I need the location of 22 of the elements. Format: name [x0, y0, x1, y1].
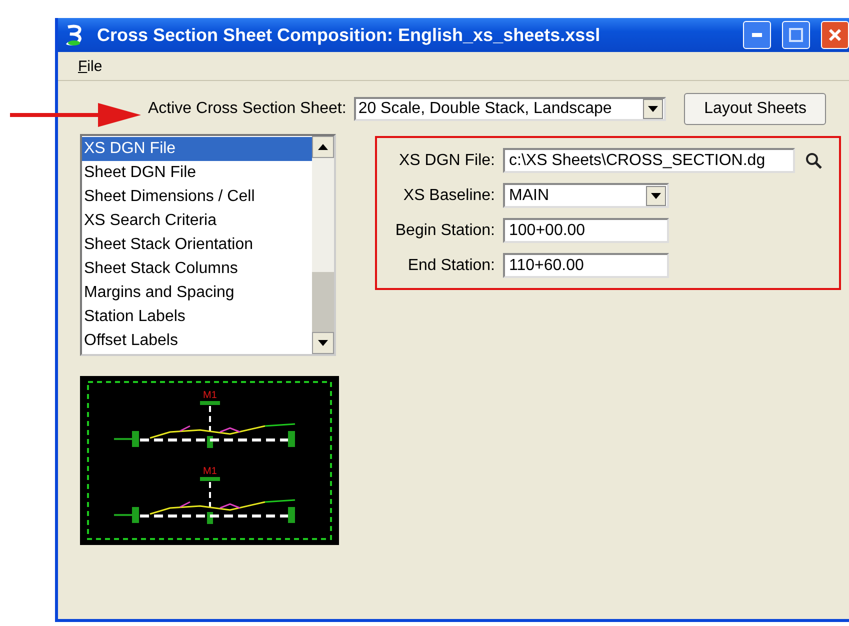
- baseline-dropdown[interactable]: MAIN: [503, 183, 669, 208]
- window-title: Cross Section Sheet Composition: English_xs_sheets.xssl: [97, 24, 602, 46]
- list-item[interactable]: Sheet Dimensions / Cell: [82, 185, 312, 209]
- field-label: XS DGN File:: [398, 152, 495, 170]
- station-field[interactable]: 110+60.00: [503, 253, 669, 278]
- list-item[interactable]: Margins and Spacing: [82, 281, 312, 305]
- list-item[interactable]: Sheet Stack Columns: [82, 257, 312, 281]
- field-label: Active Cross Section Sheet:: [148, 100, 346, 118]
- layout-sheets-button[interactable]: Layout Sheets: [684, 93, 826, 125]
- list-item[interactable]: Station Labels: [82, 305, 312, 329]
- list-item[interactable]: XS Search Criteria: [82, 209, 312, 233]
- sheet-dropdown[interactable]: 20 Scale, Double Stack, Landscape: [354, 97, 666, 121]
- menu-item[interactable]: File: [78, 58, 102, 74]
- list-item[interactable]: Offset Labels: [82, 329, 312, 353]
- station-field[interactable]: 100+00.00: [503, 218, 669, 243]
- file-path-field[interactable]: c:\XS Sheets\CROSS_SECTION.dg: [503, 148, 795, 173]
- field-label: XS Baseline:: [402, 186, 495, 204]
- field-label: Begin Station:: [394, 222, 495, 240]
- list-item[interactable]: Sheet DGN File: [82, 161, 312, 185]
- field-label: End Station:: [406, 256, 495, 274]
- list-item[interactable]: XS DGN File: [82, 137, 312, 161]
- list-item[interactable]: Sheet Stack Orientation: [82, 233, 312, 257]
